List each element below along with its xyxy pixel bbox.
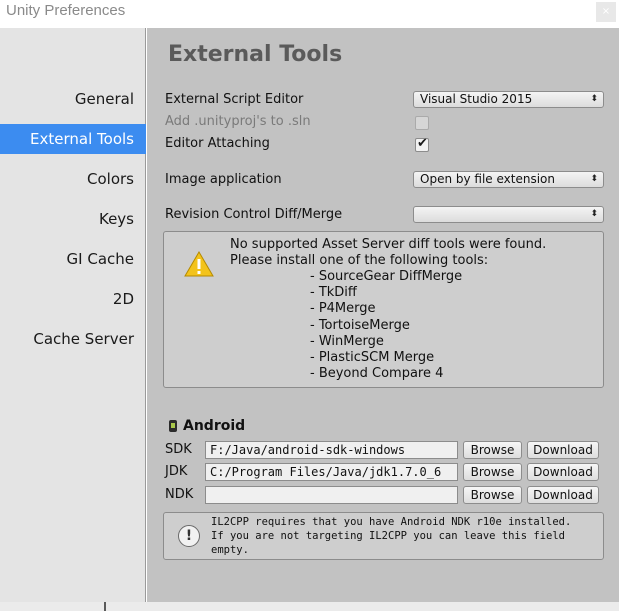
ndk-download-button[interactable]: Download [527, 486, 599, 504]
checkmark-icon: ✔ [417, 136, 428, 151]
warning-text-line: Please install one of the following tool… [230, 253, 489, 268]
sidebar: General External Tools Colors Keys GI Ca… [0, 28, 146, 602]
diff-tools-warning-box: No supported Asset Server diff tools wer… [163, 231, 604, 388]
title-bar: Unity Preferences × [0, 0, 619, 28]
warning-text-line: No supported Asset Server diff tools wer… [230, 237, 547, 252]
il2cpp-info-box: ! IL2CPP requires that you have Android … [163, 512, 604, 560]
ndk-path-field[interactable] [205, 486, 458, 504]
warning-icon [184, 251, 214, 277]
dropdown-arrows-icon: ⬍ [590, 94, 598, 104]
sdk-label: SDK [165, 442, 192, 457]
bottom-divider [104, 602, 106, 611]
sidebar-item-colors[interactable]: Colors [0, 164, 146, 194]
image-application-label: Image application [165, 172, 282, 187]
info-text-line: empty. [211, 544, 249, 556]
add-unityproj-checkbox[interactable] [415, 116, 429, 130]
sidebar-item-external-tools[interactable]: External Tools [0, 124, 146, 154]
warning-tool-item: - P4Merge [310, 301, 376, 316]
jdk-browse-button[interactable]: Browse [463, 463, 522, 481]
jdk-path-field[interactable]: C:/Program Files/Java/jdk1.7.0_6 [205, 463, 458, 481]
android-icon [169, 420, 177, 432]
warning-tool-item: - WinMerge [310, 334, 384, 349]
warning-tool-item: - SourceGear DiffMerge [310, 269, 463, 284]
bottom-edge [0, 602, 619, 611]
warning-tool-item: - Beyond Compare 4 [310, 366, 444, 381]
revision-control-label: Revision Control Diff/Merge [165, 207, 343, 222]
jdk-download-button[interactable]: Download [527, 463, 599, 481]
revision-control-dropdown[interactable]: ⬍ [413, 206, 604, 223]
sidebar-item-2d[interactable]: 2D [0, 284, 146, 314]
sidebar-item-keys[interactable]: Keys [0, 204, 146, 234]
warning-tool-item: - TortoiseMerge [310, 318, 410, 333]
sdk-browse-button[interactable]: Browse [463, 441, 522, 459]
dropdown-arrows-icon: ⬍ [590, 209, 598, 219]
close-button[interactable]: × [596, 2, 616, 22]
preferences-panel: External Tools External Script Editor Vi… [147, 28, 619, 602]
window-title: Unity Preferences [6, 2, 126, 19]
image-application-value: Open by file extension [420, 172, 555, 186]
add-unityproj-label: Add .unityproj's to .sln [165, 114, 311, 129]
info-text-line: If you are not targeting IL2CPP you can … [211, 530, 566, 542]
warning-tool-item: - PlasticSCM Merge [310, 350, 435, 365]
warning-tool-item: - TkDiff [310, 285, 357, 300]
sdk-path-field[interactable]: F:/Java/android-sdk-windows [205, 441, 458, 459]
editor-attaching-label: Editor Attaching [165, 136, 270, 151]
dropdown-arrows-icon: ⬍ [590, 174, 598, 184]
sidebar-item-gi-cache[interactable]: GI Cache [0, 244, 146, 274]
info-icon: ! [178, 525, 200, 547]
ndk-label: NDK [165, 487, 194, 502]
android-section-title: Android [183, 418, 246, 434]
page-title: External Tools [168, 42, 343, 67]
sdk-download-button[interactable]: Download [527, 441, 599, 459]
ndk-browse-button[interactable]: Browse [463, 486, 522, 504]
external-script-editor-dropdown[interactable]: Visual Studio 2015 ⬍ [413, 91, 604, 108]
info-text-line: IL2CPP requires that you have Android ND… [211, 516, 572, 528]
jdk-label: JDK [165, 464, 188, 479]
sidebar-item-general[interactable]: General [0, 84, 146, 114]
image-application-dropdown[interactable]: Open by file extension ⬍ [413, 171, 604, 188]
sidebar-item-cache-server[interactable]: Cache Server [0, 324, 146, 354]
external-script-editor-value: Visual Studio 2015 [420, 92, 533, 106]
external-script-editor-label: External Script Editor [165, 92, 304, 107]
editor-attaching-checkbox[interactable]: ✔ [415, 136, 429, 152]
